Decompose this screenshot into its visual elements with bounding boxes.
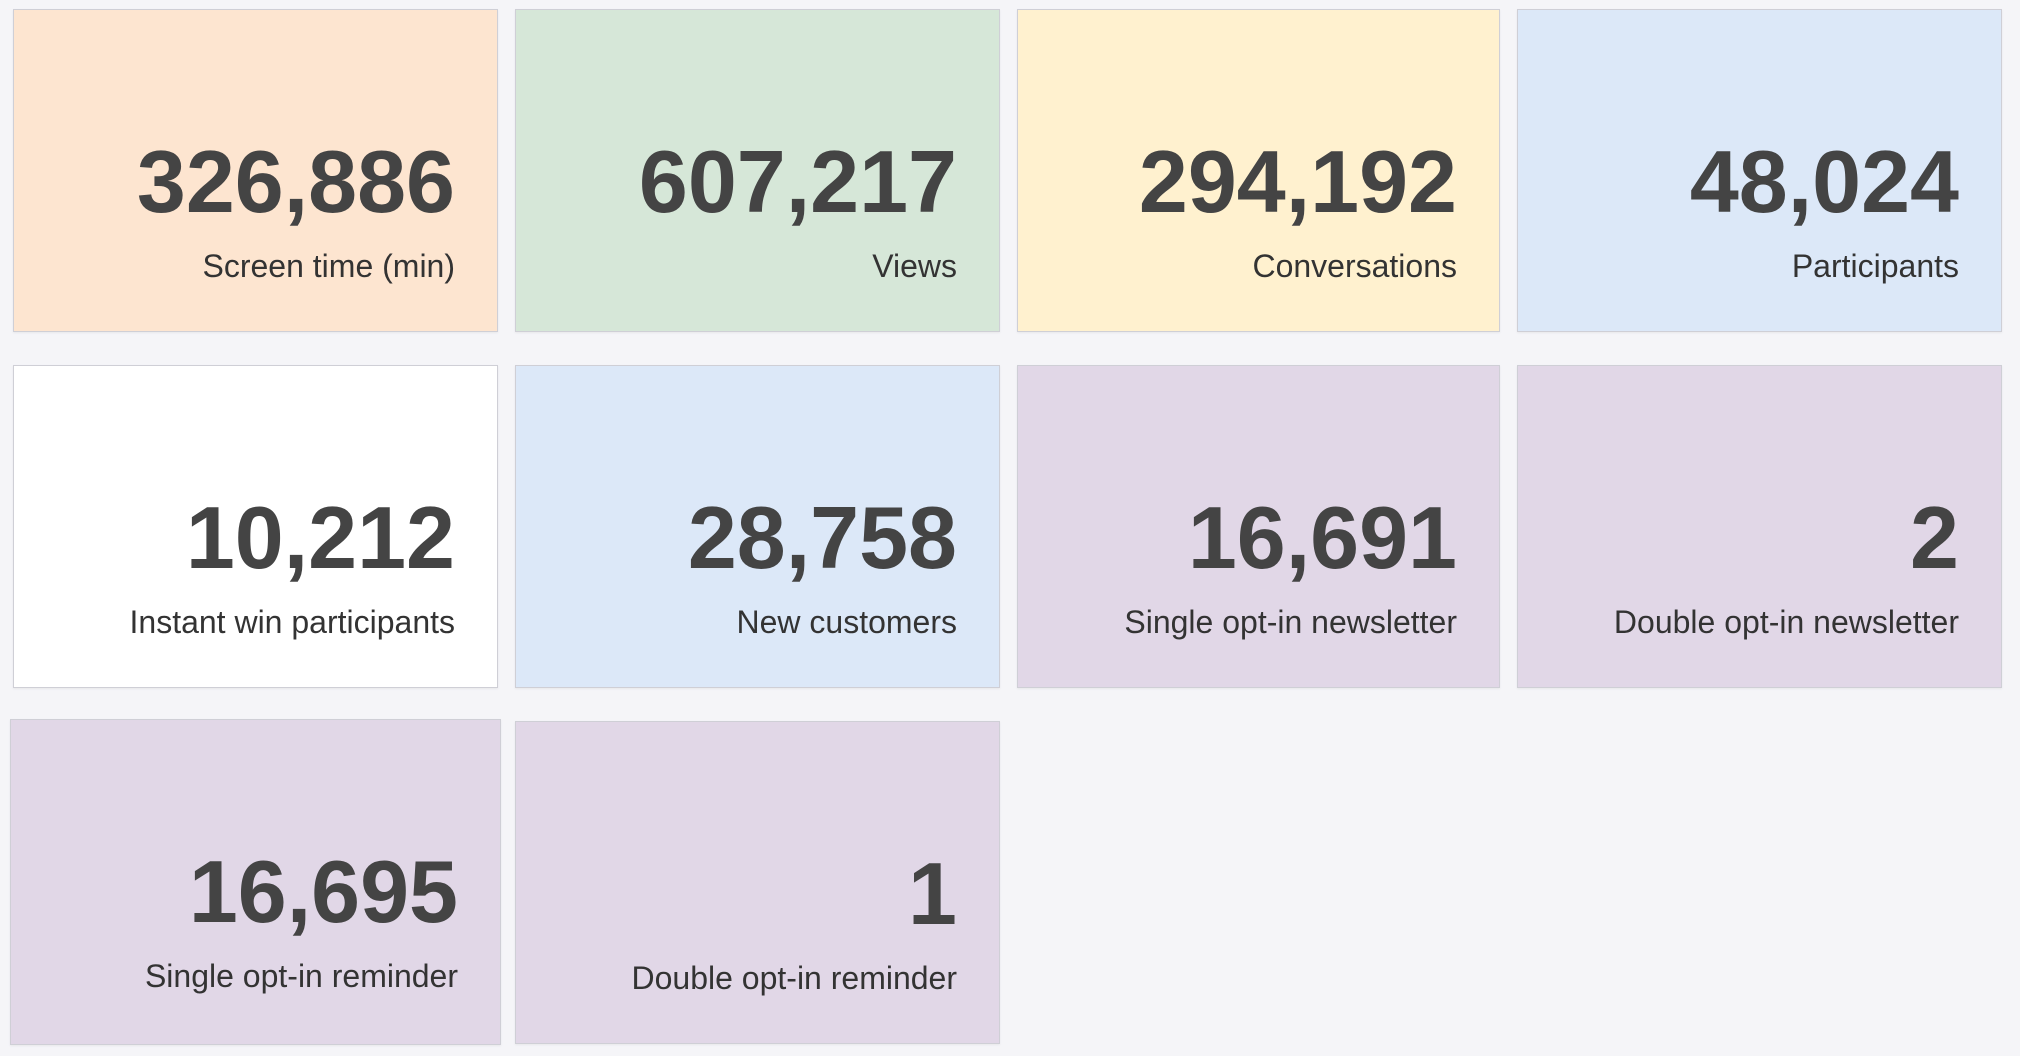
stat-card-single-opt-in-newsletter: 16,691 Single opt-in newsletter: [1017, 365, 1500, 688]
stat-value: 48,024: [1689, 132, 1959, 231]
stat-card-screen-time: 326,886 Screen time (min): [13, 9, 498, 332]
stat-label: Double opt-in newsletter: [1613, 604, 1959, 640]
stat-label: Participants: [1791, 248, 1959, 284]
stat-label: Views: [872, 248, 957, 284]
stat-label: Single opt-in reminder: [144, 958, 458, 994]
stat-card-views: 607,217 Views: [515, 9, 1000, 332]
stat-card-instant-win-participants: 10,212 Instant win participants: [13, 365, 498, 688]
stat-label: Instant win participants: [129, 604, 456, 640]
stat-label: Single opt-in newsletter: [1124, 604, 1457, 640]
stat-value: 2: [1910, 488, 1959, 587]
stat-value: 16,691: [1187, 488, 1457, 587]
stat-card-single-opt-in-reminder: 16,695 Single opt-in reminder: [10, 719, 501, 1045]
stat-card-new-customers: 28,758 New customers: [515, 365, 1000, 688]
stat-label: Double opt-in reminder: [631, 960, 958, 996]
stat-value: 28,758: [687, 488, 957, 587]
stat-value: 1: [908, 844, 957, 943]
stat-value: 10,212: [185, 488, 455, 587]
stat-value: 294,192: [1138, 132, 1457, 231]
stat-label: Screen time (min): [202, 248, 456, 284]
stat-label: Conversations: [1252, 248, 1457, 284]
stat-card-double-opt-in-reminder: 1 Double opt-in reminder: [515, 721, 1000, 1044]
stat-card-conversations: 294,192 Conversations: [1017, 9, 1500, 332]
stat-label: New customers: [736, 604, 958, 640]
stat-value: 607,217: [638, 132, 957, 231]
stat-value: 16,695: [188, 842, 458, 941]
stat-card-double-opt-in-newsletter: 2 Double opt-in newsletter: [1517, 365, 2002, 688]
stat-value: 326,886: [136, 132, 455, 231]
stat-card-participants: 48,024 Participants: [1517, 9, 2002, 332]
